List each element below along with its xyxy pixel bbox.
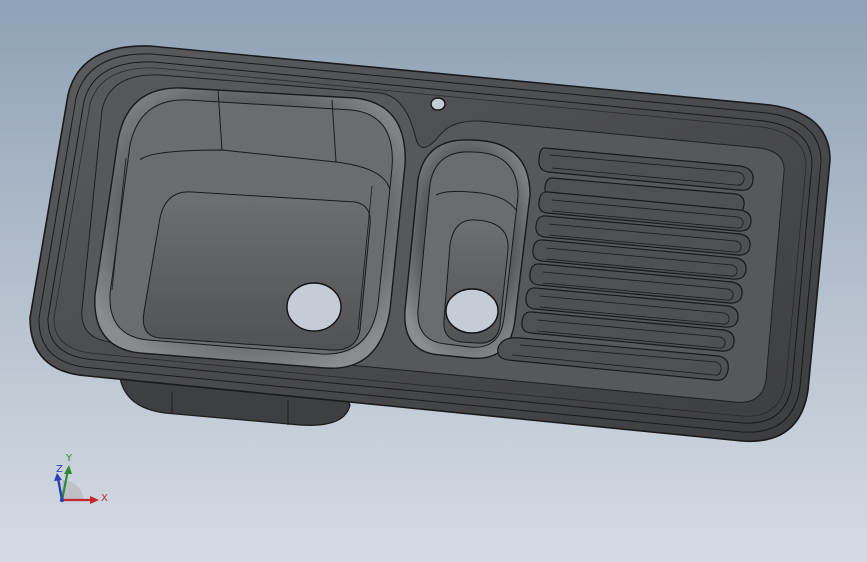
triad-origin xyxy=(59,497,65,503)
z-axis-label: Z xyxy=(56,464,63,475)
view-triad[interactable]: X Y Z xyxy=(0,0,867,562)
x-axis-arrow-icon xyxy=(90,496,99,504)
x-axis-label: X xyxy=(101,493,108,504)
y-axis-arrow-icon xyxy=(64,465,72,474)
y-axis-label: Y xyxy=(65,453,73,464)
z-axis-line xyxy=(56,477,64,501)
triad-group[interactable]: X Y Z xyxy=(54,453,108,504)
graphics-viewport[interactable]: X Y Z xyxy=(0,0,867,562)
